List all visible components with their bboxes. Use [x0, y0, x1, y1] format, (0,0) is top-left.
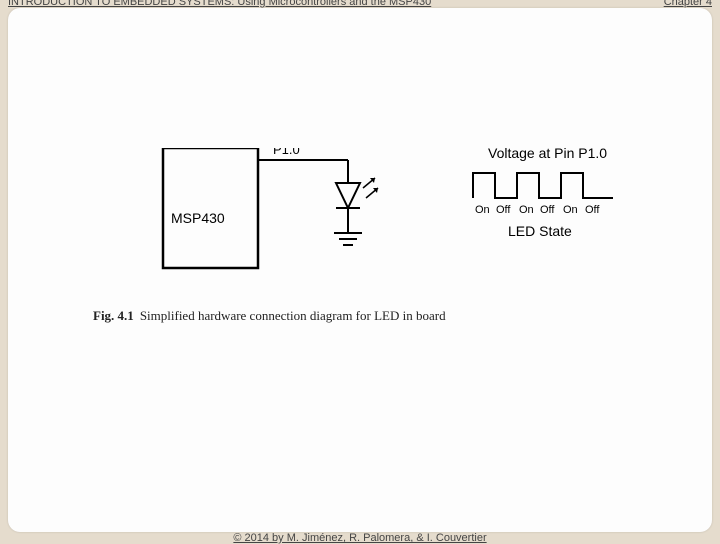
state-0: On	[475, 204, 490, 216]
copyright-text: © 2014 by M. Jiménez, R. Palomera, & I. …	[233, 532, 486, 544]
state-4: On	[563, 204, 578, 216]
led-state-label: LED State	[508, 223, 572, 239]
caption-text: Simplified hardware connection diagram f…	[140, 308, 446, 323]
figure-diagram: MSP430 P1.0 Voltage at Pin P1.0	[93, 148, 672, 298]
state-3: Off	[540, 204, 555, 216]
circuit-svg: MSP430 P1.0 Voltage at Pin P1.0	[93, 148, 653, 298]
square-wave	[473, 173, 613, 198]
book-title: INTRODUCTION TO EMBEDDED SYSTEMS: Using …	[8, 0, 431, 8]
chip-rect	[163, 148, 258, 268]
slide-header: INTRODUCTION TO EMBEDDED SYSTEMS: Using …	[8, 0, 712, 8]
chip-label-text: MSP430	[171, 210, 225, 226]
voltage-label-text: Voltage at Pin P1.0	[488, 148, 607, 161]
pin-label-text: P1.0	[273, 148, 300, 157]
figure-caption: Fig. 4.1 Simplified hardware connection d…	[93, 308, 446, 324]
chapter-label: Chapter 4	[664, 0, 712, 8]
caption-number: Fig. 4.1	[93, 308, 134, 323]
state-5: Off	[585, 204, 600, 216]
slide-body: MSP430 P1.0 Voltage at Pin P1.0	[8, 8, 712, 532]
slide-footer: © 2014 by M. Jiménez, R. Palomera, & I. …	[0, 532, 720, 544]
state-1: Off	[496, 204, 511, 216]
led-triangle	[336, 183, 360, 208]
state-2: On	[519, 204, 534, 216]
